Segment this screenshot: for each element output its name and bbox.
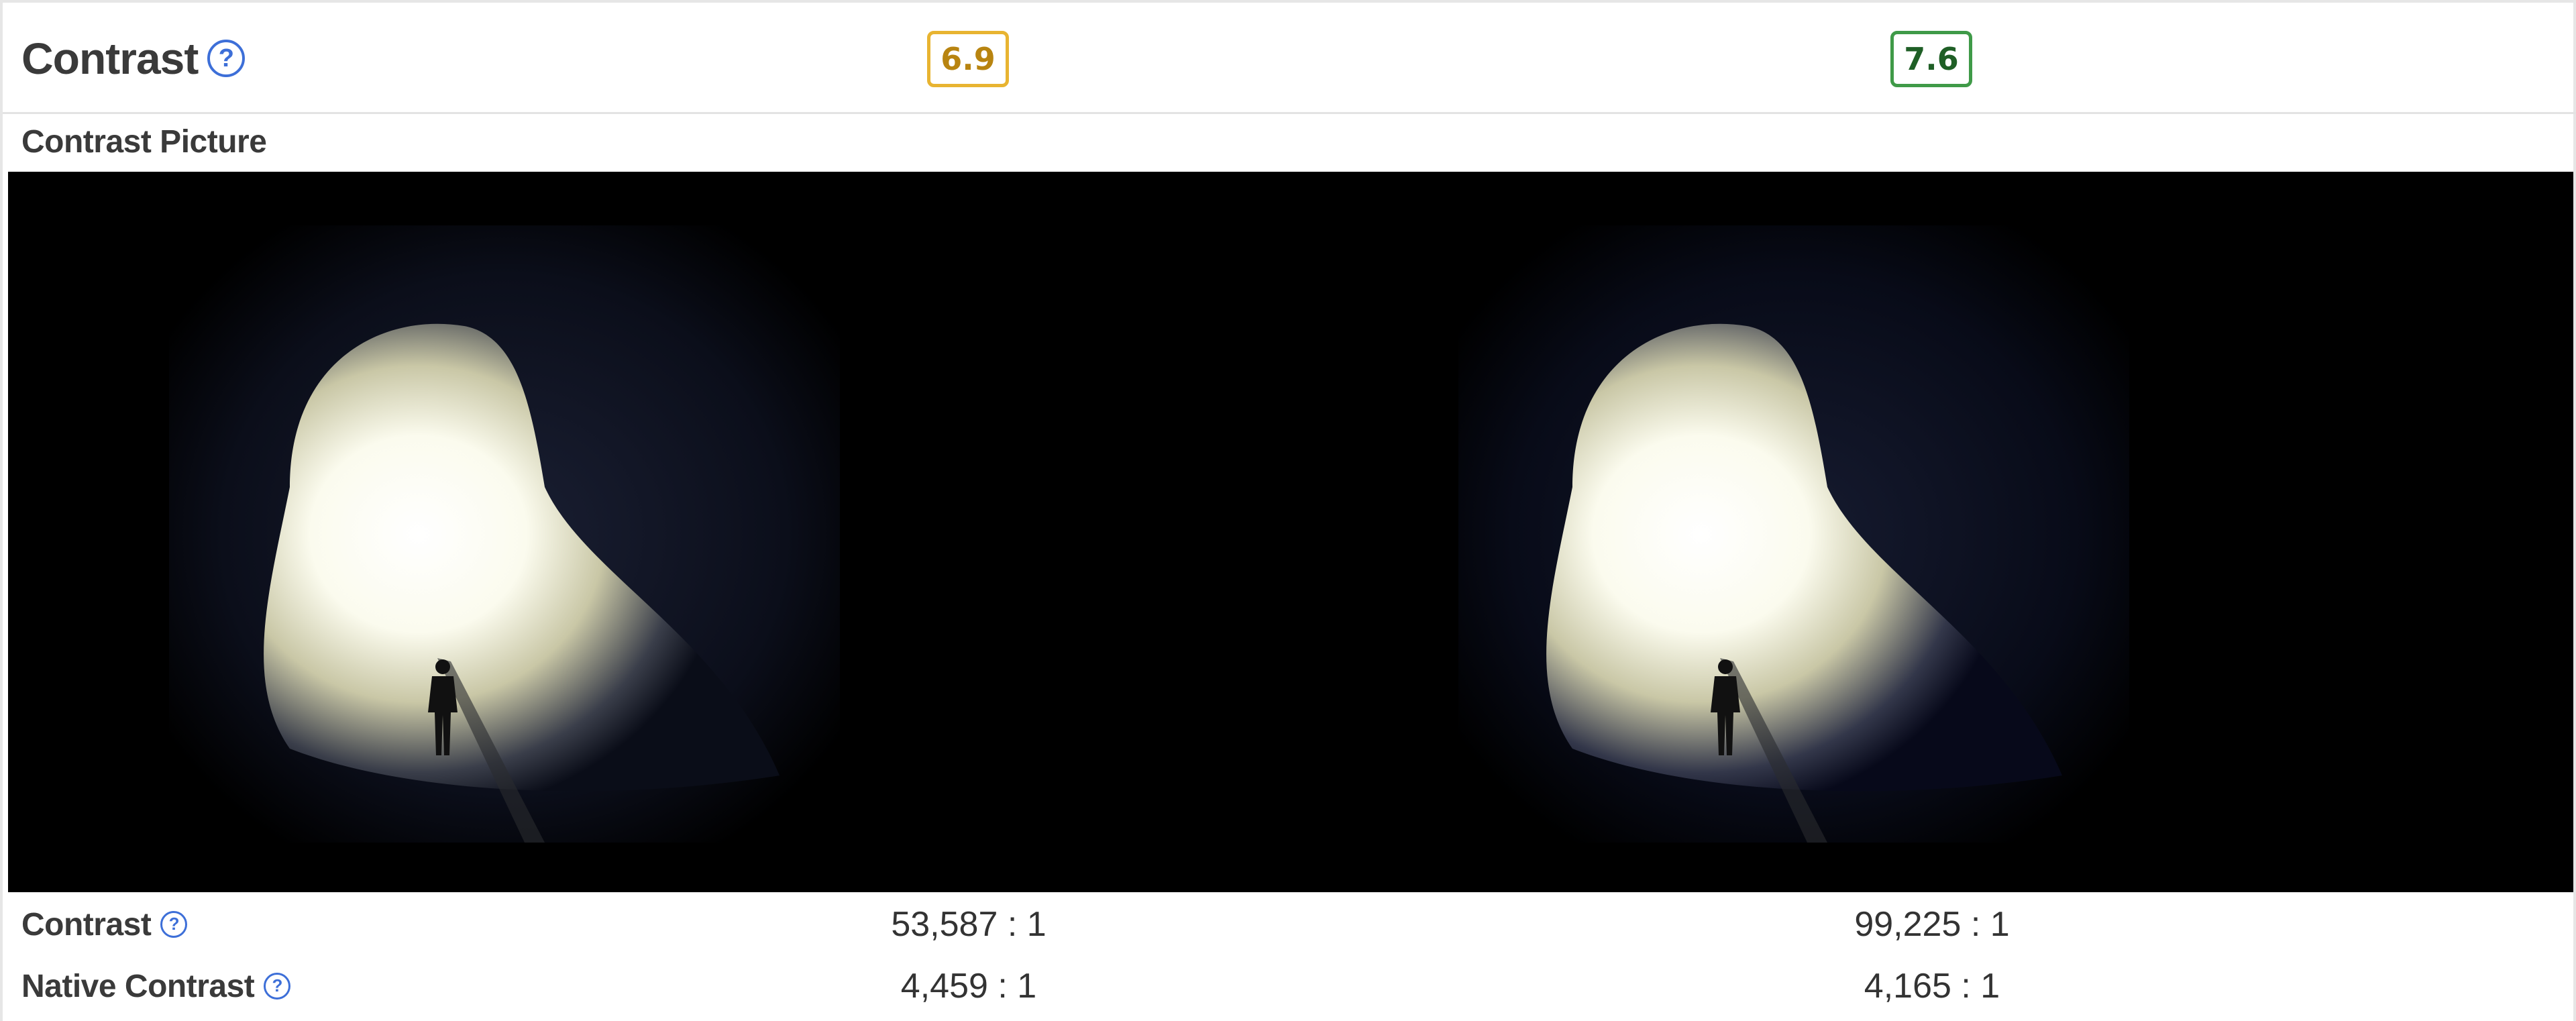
help-icon[interactable]: ? [264,973,291,1000]
contrast-picture-label: Contrast Picture [21,124,267,160]
score-badge-left: 6.9 [927,31,1009,87]
metric-row-contrast: Contrast ? 53,587 : 1 99,225 : 1 [3,894,2576,955]
metric-label: Contrast ? [21,906,188,943]
metric-label-text: Native Contrast [21,968,255,1004]
tunnel-image-right [1458,225,2129,843]
metric-value-left: 53,587 : 1 [891,905,1046,944]
metric-value-right: 4,165 : 1 [1864,967,2000,1006]
review-section: Contrast ? 6.9 7.6 Contrast Picture Cont… [0,0,2576,1021]
metric-row-native-contrast: Native Contrast ? 4,459 : 1 4,165 : 1 [3,955,2576,1017]
help-icon[interactable]: ? [207,40,246,77]
help-icon[interactable]: ? [160,911,188,938]
metric-label-text: Contrast [21,906,152,943]
section-title-text: Contrast [21,34,199,83]
contrast-picture [8,172,2573,892]
section-header: Contrast ? 6.9 7.6 [3,3,2576,114]
metric-value-right: 99,225 : 1 [1854,905,2010,944]
metric-label: Native Contrast ? [21,968,291,1005]
score-badge-right: 7.6 [1890,31,1972,87]
section-title: Contrast ? [21,28,246,89]
tunnel-image-left [169,225,840,843]
metric-value-left: 4,459 : 1 [900,967,1037,1006]
